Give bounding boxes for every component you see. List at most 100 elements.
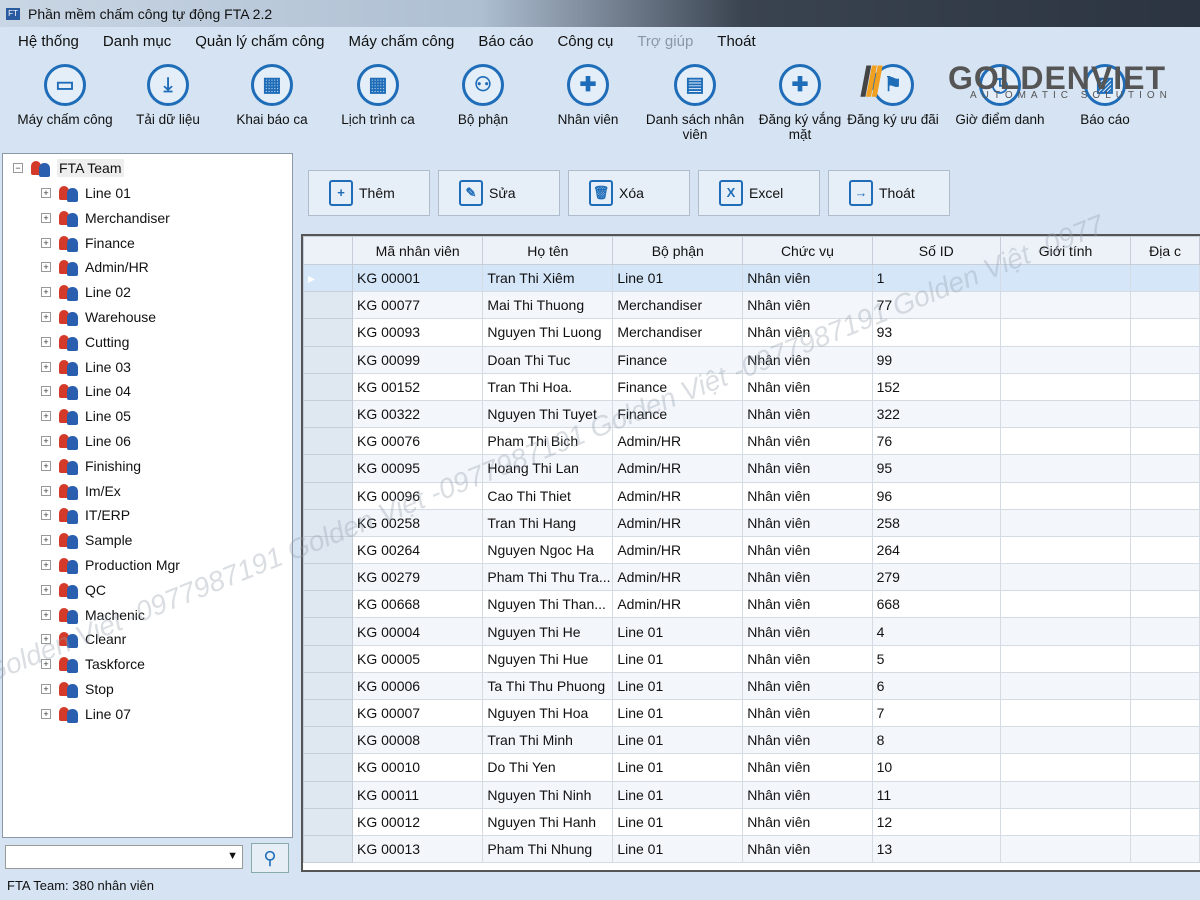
- toolbar-button-8[interactable]: ✚ Đăng ký vắng mặt: [750, 58, 850, 142]
- row-selector[interactable]: [303, 644, 354, 673]
- menu-item[interactable]: Báo cáo: [478, 33, 533, 50]
- row-selector[interactable]: [303, 780, 354, 809]
- toolbar-button-2[interactable]: ⤓ Tải dữ liệu: [118, 58, 218, 127]
- row-selector[interactable]: [303, 834, 354, 864]
- sửa-button[interactable]: ✎ Sửa: [438, 170, 560, 216]
- table-row[interactable]: ▸ KG 00001 Tran Thi Xiêm Line 01 Nhân viên 1: [303, 263, 1200, 293]
- table-row[interactable]: KG 00008 Tran Thi Minh Line 01 Nhân viên 8: [303, 726, 1200, 755]
- table-row[interactable]: KG 00668 Nguyen Thi Than... Admin/HR Nhân v…: [303, 590, 1200, 619]
- tree-node[interactable]: + Admin/HR: [41, 256, 149, 278]
- excel-button[interactable]: X Excel: [698, 170, 820, 216]
- column-header[interactable]: Chức vụ: [742, 236, 873, 265]
- table-row[interactable]: KG 00005 Nguyen Thi Hue Line 01 Nhân viên 5: [303, 644, 1200, 673]
- tree-node[interactable]: + Line 01: [41, 182, 131, 204]
- expand-icon[interactable]: +: [41, 361, 51, 372]
- row-selector[interactable]: [303, 590, 354, 619]
- tree-node[interactable]: + Production Mgr: [41, 554, 180, 576]
- thêm-button[interactable]: + Thêm: [308, 170, 430, 216]
- toolbar-button-4[interactable]: ▦ Lịch trình ca: [328, 58, 428, 127]
- expand-icon[interactable]: +: [41, 510, 51, 521]
- expand-icon[interactable]: +: [41, 262, 51, 273]
- row-selector[interactable]: [303, 508, 354, 537]
- expand-icon[interactable]: +: [41, 287, 51, 298]
- expand-icon[interactable]: +: [41, 535, 51, 546]
- table-row[interactable]: KG 00258 Tran Thi Hang Admin/HR Nhân viên 25…: [303, 508, 1200, 537]
- row-selector[interactable]: [303, 698, 354, 728]
- tree-node[interactable]: + Line 07: [41, 703, 131, 725]
- column-header[interactable]: Họ tên: [482, 236, 614, 265]
- menu-item[interactable]: Thoát: [717, 33, 755, 50]
- tree-root[interactable]: − FTA Team: [13, 157, 124, 179]
- row-selector[interactable]: [303, 563, 354, 592]
- toolbar-button-1[interactable]: ▭ Máy chấm công: [15, 58, 115, 127]
- expand-icon[interactable]: +: [41, 634, 51, 645]
- table-row[interactable]: KG 00264 Nguyen Ngoc Ha Admin/HR Nhân viên 2…: [303, 535, 1200, 565]
- expand-icon[interactable]: +: [41, 436, 51, 446]
- column-header[interactable]: Bộ phận: [612, 236, 744, 265]
- table-row[interactable]: KG 00099 Doan Thi Tuc Finance Nhân viên 99: [303, 345, 1200, 374]
- table-row[interactable]: KG 00279 Pham Thi Thu Tra... Admin/HR Nhân …: [303, 563, 1200, 592]
- column-header[interactable]: Giới tính: [999, 236, 1132, 265]
- row-selector[interactable]: [303, 617, 354, 646]
- tree-node[interactable]: + IT/ERP: [41, 504, 130, 526]
- table-row[interactable]: KG 00004 Nguyen Thi He Line 01 Nhân viên 4: [303, 617, 1200, 646]
- tree-node[interactable]: + Cleanr: [41, 628, 126, 650]
- row-selector[interactable]: [303, 807, 354, 836]
- expand-icon[interactable]: +: [41, 560, 51, 570]
- toolbar-button-3[interactable]: ▦ Khai báo ca: [222, 58, 322, 127]
- xóa-button[interactable]: 🗑 Xóa: [568, 170, 690, 216]
- expand-icon[interactable]: +: [41, 485, 51, 496]
- row-selector[interactable]: [303, 535, 354, 565]
- toolbar-button-5[interactable]: ⚇ Bộ phận: [433, 58, 533, 127]
- column-header[interactable]: Địa c: [1130, 236, 1200, 265]
- tree-node[interactable]: + Warehouse: [41, 306, 156, 328]
- chevron-down-icon[interactable]: ▼: [227, 850, 238, 862]
- column-header[interactable]: Số ID: [871, 236, 1001, 265]
- toolbar-button-7[interactable]: ▤ Danh sách nhân viên: [645, 58, 745, 142]
- menu-item[interactable]: Danh mục: [103, 33, 171, 50]
- table-row[interactable]: KG 00322 Nguyen Thi Tuyet Finance Nhân viên…: [303, 399, 1200, 429]
- employee-grid[interactable]: Mã nhân viên Họ tên Bộ phận Chức vụ Số ID Giớ…: [301, 234, 1200, 872]
- expand-icon[interactable]: +: [41, 684, 51, 694]
- expand-icon[interactable]: +: [41, 708, 51, 719]
- tree-node[interactable]: + Line 03: [41, 356, 131, 378]
- expand-icon[interactable]: +: [41, 237, 51, 248]
- expand-icon[interactable]: +: [41, 659, 51, 670]
- column-header[interactable]: Mã nhân viên: [352, 236, 484, 265]
- tree-node[interactable]: + Line 02: [41, 281, 131, 303]
- tree-node[interactable]: + Cutting: [41, 331, 129, 353]
- toolbar-button-6[interactable]: ✚ Nhân viên: [538, 58, 638, 127]
- table-row[interactable]: KG 00152 Tran Thi Hoa. Finance Nhân viên 152: [303, 372, 1200, 401]
- menu-item[interactable]: Quản lý chấm công: [195, 33, 324, 50]
- tree-node[interactable]: + Stop: [41, 678, 114, 700]
- table-row[interactable]: KG 00007 Nguyen Thi Hoa Line 01 Nhân viên 7: [303, 698, 1200, 728]
- table-row[interactable]: KG 00012 Nguyen Thi Hanh Line 01 Nhân viên 1…: [303, 807, 1200, 836]
- row-selector[interactable]: [303, 671, 354, 701]
- menu-item[interactable]: Hệ thống: [18, 33, 79, 50]
- expand-icon[interactable]: +: [41, 212, 51, 223]
- menu-item[interactable]: Công cụ: [557, 33, 613, 50]
- expand-icon[interactable]: +: [41, 411, 51, 422]
- expand-icon[interactable]: +: [41, 336, 51, 347]
- tree-node[interactable]: + QC: [41, 579, 106, 601]
- row-selector[interactable]: [303, 399, 354, 429]
- thoát-button[interactable]: → Thoát: [828, 170, 950, 216]
- search-combobox[interactable]: ▼: [5, 845, 243, 869]
- collapse-icon[interactable]: −: [13, 163, 23, 173]
- row-selector[interactable]: [303, 454, 354, 483]
- expand-icon[interactable]: +: [41, 460, 51, 471]
- row-selector[interactable]: [303, 372, 354, 401]
- table-row[interactable]: KG 00011 Nguyen Thi Ninh Line 01 Nhân viên 1…: [303, 780, 1200, 809]
- tree-node[interactable]: + Merchandiser: [41, 207, 170, 229]
- row-selector[interactable]: [303, 318, 354, 347]
- table-row[interactable]: KG 00013 Pham Thi Nhung Line 01 Nhân viên 13: [303, 834, 1200, 864]
- table-row[interactable]: KG 00095 Hoang Thi Lan Admin/HR Nhân viên 95: [303, 454, 1200, 483]
- expand-icon[interactable]: +: [41, 386, 51, 397]
- table-row[interactable]: KG 00076 Pham Thi Bich Admin/HR Nhân viên 76: [303, 427, 1200, 456]
- tree-node[interactable]: + Im/Ex: [41, 480, 121, 502]
- row-selector[interactable]: [303, 291, 354, 320]
- tree-node[interactable]: + Line 05: [41, 405, 131, 427]
- tree-node[interactable]: + Taskforce: [41, 653, 145, 675]
- expand-icon[interactable]: +: [41, 584, 51, 595]
- row-selector[interactable]: [303, 345, 354, 374]
